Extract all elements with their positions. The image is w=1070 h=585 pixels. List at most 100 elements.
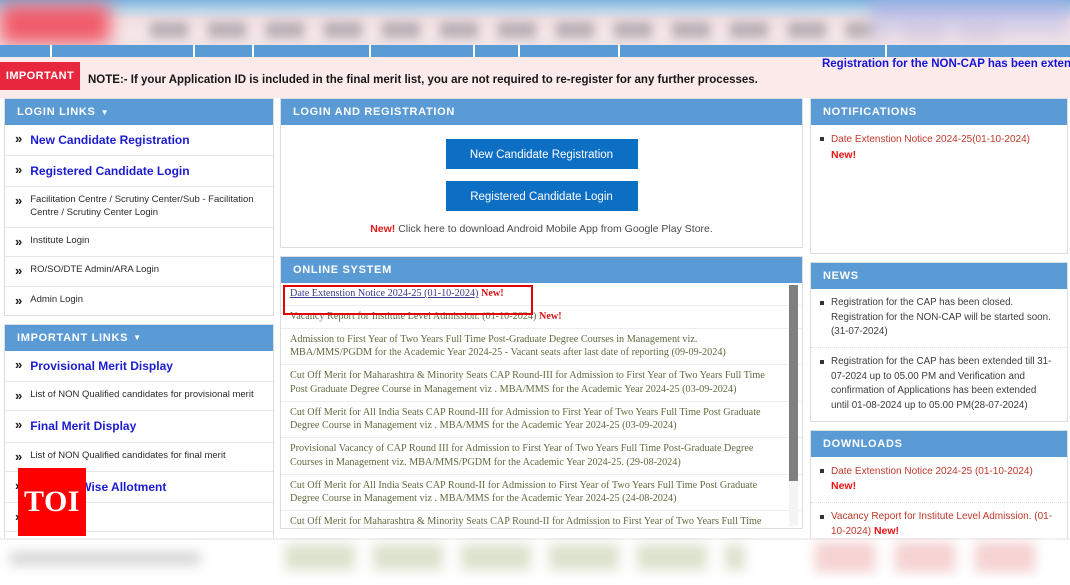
online-system-item[interactable]: Cut Off Merit for Maharashtra & Minority…	[281, 511, 802, 528]
notifications-panel: NOTIFICATIONS Date Extenstion Notice 202…	[810, 98, 1068, 254]
important-link-item-label: List of NON Qualified candidates for fin…	[30, 450, 225, 463]
nav-segment-0[interactable]	[0, 45, 52, 57]
important-note-text: NOTE:- If your Application ID is include…	[88, 74, 758, 86]
chevron-right-icon: »	[15, 418, 22, 432]
new-badge: New!	[831, 480, 856, 492]
online-system-item[interactable]: Cut Off Merit for Maharashtra & Minority…	[281, 365, 802, 402]
chevron-right-icon: »	[15, 235, 22, 249]
notification-item[interactable]: Date Extenstion Notice 2024-25(01-10-202…	[811, 125, 1067, 170]
new-candidate-registration-button[interactable]: New Candidate Registration	[446, 139, 638, 169]
important-link-item-label: Provisional Merit Display	[30, 358, 173, 374]
nav-segment-4[interactable]	[371, 45, 475, 57]
news-panel: NEWS Registration for the CAP has been c…	[810, 262, 1068, 422]
chevron-right-icon: »	[15, 194, 22, 208]
footer-center-blurred	[285, 544, 745, 570]
chevron-right-icon: »	[15, 294, 22, 308]
online-system-item-text: Cut Off Merit for All India Seats CAP Ro…	[290, 407, 761, 432]
online-system-item-text: Provisional Vacancy of CAP Round III for…	[290, 443, 753, 468]
footer-left-blurred	[10, 552, 200, 565]
online-system-item[interactable]: Cut Off Merit for All India Seats CAP Ro…	[281, 475, 802, 512]
chevron-right-icon: »	[15, 450, 22, 464]
news-item[interactable]: Registration for the CAP has been extend…	[811, 348, 1067, 421]
chevron-right-icon: »	[15, 163, 22, 177]
login-link-item-label: RO/SO/DTE Admin/ARA Login	[30, 264, 159, 277]
main-content: LOGIN LINKS ▼ » New Candidate Registration…	[0, 98, 1070, 538]
online-system-list: Date Extenstion Notice 2024-25 (01-10-20…	[281, 283, 802, 528]
important-links-title: IMPORTANT LINKS	[17, 332, 128, 344]
news-list: Registration for the CAP has been closed…	[811, 289, 1067, 421]
online-system-item[interactable]: Vacancy Report for Institute Level Admis…	[281, 306, 802, 329]
important-notice-bar: IMPORTANT NOTE:- If your Application ID …	[0, 57, 1070, 98]
notifications-list: Date Extenstion Notice 2024-25(01-10-202…	[811, 125, 1067, 253]
top-navigation-bar[interactable]	[0, 45, 1070, 57]
login-registration-body: New Candidate Registration Registered Ca…	[281, 125, 802, 247]
notifications-header: NOTIFICATIONS	[811, 99, 1067, 125]
login-link-item[interactable]: » RO/SO/DTE Admin/ARA Login	[5, 257, 273, 286]
blurred-site-header	[0, 0, 1070, 45]
online-system-header: ONLINE SYSTEM	[281, 257, 802, 283]
online-system-item-text: Cut Off Merit for All India Seats CAP Ro…	[290, 480, 757, 505]
news-header: NEWS	[811, 263, 1067, 289]
download-item-text: Date Extenstion Notice 2024-25 (01-10-20…	[831, 466, 1033, 477]
chevron-down-icon[interactable]: ▼	[101, 108, 110, 117]
important-link-item-label: Final Merit Display	[30, 418, 136, 434]
nav-segment-2[interactable]	[195, 45, 254, 57]
chevron-right-icon: »	[15, 264, 22, 278]
login-link-item[interactable]: » Facilitation Centre / Scrutiny Center/S…	[5, 187, 273, 228]
online-system-item-text: Date Extenstion Notice 2024-25 (01-10-20…	[290, 288, 478, 299]
chevron-down-icon[interactable]: ▼	[133, 333, 142, 342]
login-link-item[interactable]: »Registered Candidate Login	[5, 156, 273, 187]
registered-candidate-login-button[interactable]: Registered Candidate Login	[446, 181, 638, 211]
toi-watermark-logo: TOI	[18, 468, 86, 536]
important-link-item[interactable]: » List of NON Qualified candidates for pr…	[5, 382, 273, 411]
new-badge: New!	[871, 525, 899, 537]
online-system-panel: ONLINE SYSTEM Date Extenstion Notice 202…	[280, 256, 803, 529]
new-badge: New!	[536, 311, 561, 322]
chevron-right-icon: »	[15, 389, 22, 403]
login-link-item-label: Institute Login	[30, 235, 89, 248]
login-link-item[interactable]: » Institute Login	[5, 228, 273, 257]
login-link-item[interactable]: » Admin Login	[5, 287, 273, 315]
nav-segment-3[interactable]	[254, 45, 371, 57]
important-link-item[interactable]: »Provisional Merit Display	[5, 351, 273, 382]
online-system-item[interactable]: Date Extenstion Notice 2024-25 (01-10-20…	[281, 283, 802, 306]
login-link-item-label: Facilitation Centre / Scrutiny Center/Su…	[30, 194, 263, 220]
nav-segment-1[interactable]	[52, 45, 196, 57]
site-header-right-blurred	[870, 0, 1070, 45]
new-badge: New!	[478, 288, 503, 299]
login-link-item-label: Admin Login	[30, 294, 83, 307]
login-links-title: LOGIN LINKS	[17, 106, 96, 118]
news-item-text: Registration for the CAP has been closed…	[831, 297, 1051, 337]
login-registration-panel: LOGIN AND REGISTRATION New Candidate Reg…	[280, 98, 803, 248]
important-link-item-label: List of NON Qualified candidates for pro…	[30, 389, 253, 402]
downloads-header: DOWNLOADS	[811, 431, 1067, 457]
online-system-item[interactable]: Provisional Vacancy of CAP Round III for…	[281, 438, 802, 475]
news-item[interactable]: Registration for the CAP has been closed…	[811, 289, 1067, 348]
right-sidebar: NOTIFICATIONS Date Extenstion Notice 202…	[810, 98, 1068, 585]
online-system-item[interactable]: Admission to First Year of Two Years Ful…	[281, 329, 802, 366]
login-link-item-label: New Candidate Registration	[30, 132, 189, 148]
login-links-panel: LOGIN LINKS ▼ » New Candidate Registration…	[4, 98, 274, 316]
chevron-right-icon: »	[15, 132, 22, 146]
mobile-app-line: New! Click here to download Android Mobi…	[281, 223, 802, 235]
online-system-item-text: Admission to First Year of Two Years Ful…	[290, 334, 726, 359]
login-links-header[interactable]: LOGIN LINKS ▼	[5, 99, 273, 125]
footer-right-blurred	[815, 542, 1055, 572]
nav-segment-5[interactable]	[475, 45, 520, 57]
online-system-scrollbar-thumb[interactable]	[789, 285, 798, 481]
login-link-item[interactable]: » New Candidate Registration	[5, 125, 273, 156]
download-item[interactable]: Date Extenstion Notice 2024-25 (01-10-20…	[811, 457, 1067, 503]
login-registration-header: LOGIN AND REGISTRATION	[281, 99, 802, 125]
important-badge: IMPORTANT	[0, 62, 80, 90]
online-system-items: Date Extenstion Notice 2024-25 (01-10-20…	[281, 283, 802, 528]
important-links-header[interactable]: IMPORTANT LINKS ▼	[5, 325, 273, 351]
new-badge: New!	[831, 149, 856, 161]
online-system-item[interactable]: Cut Off Merit for All India Seats CAP Ro…	[281, 402, 802, 439]
nav-segment-7[interactable]	[620, 45, 887, 57]
download-item-text: Vacancy Report for Institute Level Admis…	[831, 511, 1052, 538]
mobile-app-link[interactable]: Click here to download Android Mobile Ap…	[398, 223, 713, 235]
nav-segment-6[interactable]	[520, 45, 620, 57]
footer-divider	[0, 538, 1070, 540]
nav-segment-8[interactable]	[887, 45, 1070, 57]
important-link-item[interactable]: » Final Merit Display	[5, 411, 273, 442]
